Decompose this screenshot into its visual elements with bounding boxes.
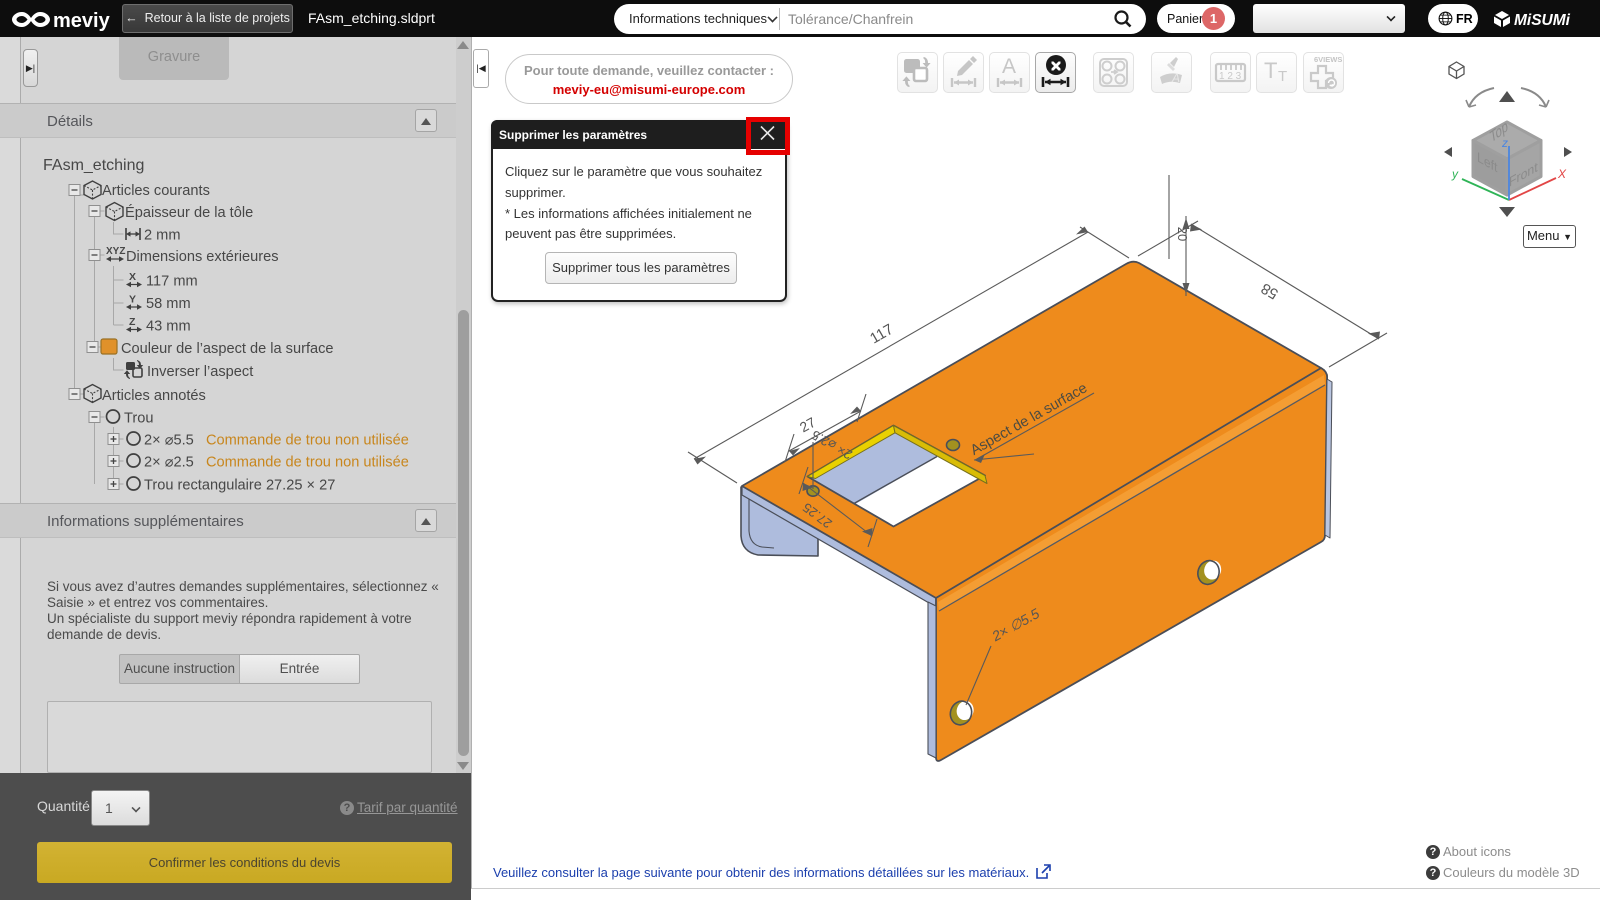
svg-text:Y: Y: [129, 294, 136, 306]
svg-text:43 mm: 43 mm: [146, 319, 191, 335]
svg-text:117 mm: 117 mm: [146, 274, 198, 290]
svg-text:58 mm: 58 mm: [146, 296, 191, 312]
svg-text:58: 58: [1258, 279, 1281, 302]
svg-text:y: y: [1451, 167, 1459, 181]
svg-text:2× ⌀5.5: 2× ⌀5.5: [144, 433, 194, 449]
svg-text:X: X: [1557, 167, 1567, 181]
svg-text:z: z: [1501, 136, 1508, 150]
svg-text:XYZ: XYZ: [106, 246, 125, 257]
svg-text:Couleur de l’aspect de la surf: Couleur de l’aspect de la surface: [121, 341, 334, 357]
svg-text:Z: Z: [129, 316, 136, 328]
svg-text:117: 117: [867, 321, 896, 348]
svg-text:Épaisseur de la tôle: Épaisseur de la tôle: [125, 204, 253, 221]
svg-text:X: X: [129, 271, 136, 283]
svg-text:meviy: meviy: [53, 10, 111, 32]
svg-text:2× ⌀2.5: 2× ⌀2.5: [144, 455, 194, 471]
svg-text:Trou: Trou: [124, 411, 153, 427]
svg-text:Articles annotés: Articles annotés: [102, 388, 206, 404]
svg-text:Commande de trou non utilisée: Commande de trou non utilisée: [206, 455, 409, 471]
svg-text:MiSUMi: MiSUMi: [1514, 12, 1571, 29]
svg-text:2 mm: 2 mm: [144, 228, 180, 244]
svg-text:Commande de trou non utilisée: Commande de trou non utilisée: [206, 433, 409, 449]
svg-text:20: 20: [1175, 227, 1190, 241]
svg-text:Trou rectangulaire 27.25 × 27: Trou rectangulaire 27.25 × 27: [144, 478, 335, 494]
svg-text:Inverser l’aspect: Inverser l’aspect: [147, 364, 253, 380]
svg-text:FAsm_etching: FAsm_etching: [43, 157, 144, 174]
svg-text:Articles courants: Articles courants: [102, 183, 210, 199]
svg-text:Dimensions extérieures: Dimensions extérieures: [126, 249, 279, 265]
